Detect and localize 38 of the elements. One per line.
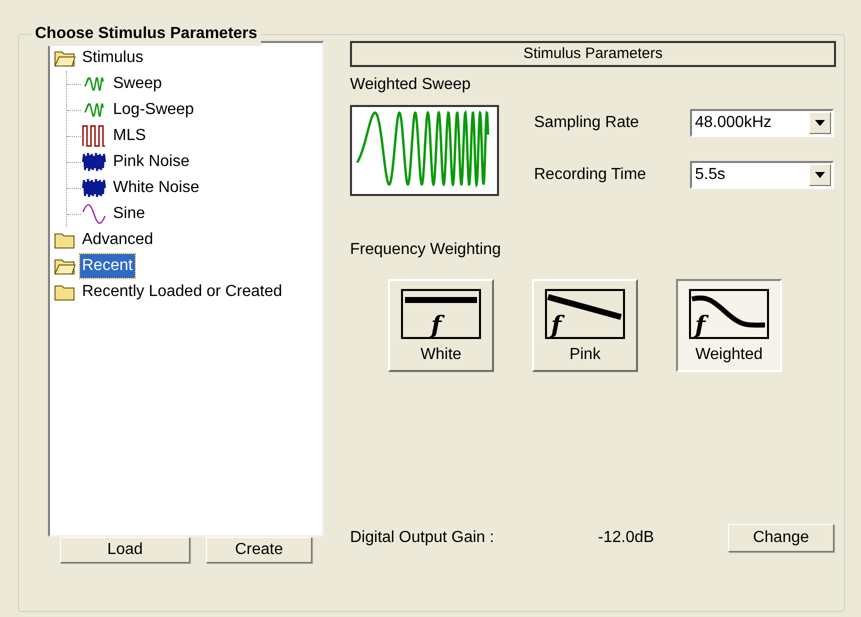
tree-button[interactable]: Load (60, 537, 190, 563)
field-label: Recording Time (534, 165, 648, 185)
tree-item[interactable]: Stimulus (80, 46, 146, 70)
gain-value: -12.0dB (598, 528, 656, 548)
weighting-label: Frequency Weighting (350, 240, 502, 260)
tree-item[interactable]: Recently Loaded or Created (80, 280, 284, 304)
tree-item[interactable]: Sine (111, 202, 148, 226)
tree-item[interactable]: Advanced (80, 228, 156, 252)
tree-item[interactable]: MLS (111, 124, 148, 148)
square-wave-icon (81, 124, 107, 148)
tree-item[interactable]: Pink Noise (111, 150, 192, 174)
tree-item[interactable]: Recent (80, 254, 135, 278)
tree-item[interactable]: Log-Sweep (111, 98, 196, 122)
change-button[interactable]: Change (728, 524, 834, 552)
dropdown-field[interactable]: 5.5s (690, 161, 834, 189)
dropdown-field[interactable]: 48.000kHz (690, 109, 834, 137)
folder-icon (54, 231, 76, 249)
stimulus-name: Weighted Sweep (350, 75, 472, 95)
section-header: Stimulus Parameters (350, 41, 836, 67)
frequency-curve-icon: f (545, 289, 625, 339)
dropdown-arrow-icon (815, 120, 825, 126)
tree-item[interactable]: Sweep (111, 72, 164, 96)
weighting-button[interactable]: f White (388, 279, 494, 372)
tree-item[interactable]: White Noise (111, 176, 202, 200)
gain-label: Digital Output Gain : (350, 528, 496, 548)
folder-icon (54, 283, 76, 301)
open-folder-icon (54, 49, 76, 67)
tree-button[interactable]: Create (206, 537, 312, 563)
dropdown-arrow-icon (815, 172, 825, 178)
noise-wave-icon (81, 176, 107, 200)
frequency-curve-icon: f (689, 289, 769, 339)
noise-wave-icon (81, 150, 107, 174)
weighting-button[interactable]: f Pink (532, 279, 638, 372)
open-folder-icon (54, 257, 76, 275)
field-label: Sampling Rate (534, 113, 640, 133)
frequency-curve-icon: f (401, 289, 481, 339)
weighting-button[interactable]: f Weighted (676, 279, 782, 372)
sine-wave-icon (81, 202, 107, 226)
